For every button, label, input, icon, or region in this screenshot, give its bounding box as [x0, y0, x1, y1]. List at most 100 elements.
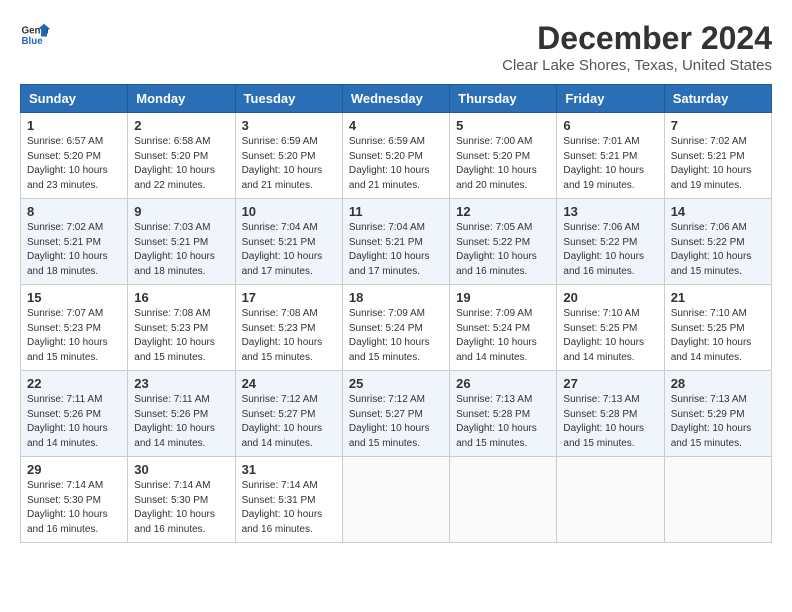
weekday-header-row: SundayMondayTuesdayWednesdayThursdayFrid… [21, 85, 772, 113]
day-number: 30 [134, 462, 228, 477]
calendar-week-row: 15Sunrise: 7:07 AM Sunset: 5:23 PM Dayli… [21, 285, 772, 371]
calendar-cell: 22Sunrise: 7:11 AM Sunset: 5:26 PM Dayli… [21, 371, 128, 457]
day-info: Sunrise: 7:04 AM Sunset: 5:21 PM Dayligh… [349, 221, 443, 279]
day-info: Sunrise: 7:05 AM Sunset: 5:22 PM Dayligh… [456, 221, 550, 279]
day-number: 22 [27, 376, 121, 391]
day-number: 29 [27, 462, 121, 477]
weekday-header-sunday: Sunday [21, 85, 128, 113]
day-number: 15 [27, 290, 121, 305]
day-number: 14 [671, 204, 765, 219]
calendar-cell: 20 Sunrise: 7:10 AM Sunset: 5:25 PM Dayli… [557, 285, 664, 371]
calendar-cell [557, 457, 664, 543]
day-number: 24 [242, 376, 336, 391]
day-number: 20 [563, 290, 657, 305]
calendar-cell: 26 Sunrise: 7:13 AM Sunset: 5:28 PM Dayli… [450, 371, 557, 457]
day-number: 26 [456, 376, 550, 391]
day-number: 3 [242, 118, 336, 133]
calendar-cell: 16 Sunrise: 7:08 AM Sunset: 5:23 PM Dayli… [128, 285, 235, 371]
calendar-cell: 5Sunrise: 7:00 AM Sunset: 5:20 PM Daylig… [450, 113, 557, 199]
calendar-cell: 1Sunrise: 6:57 AM Sunset: 5:20 PM Daylig… [21, 113, 128, 199]
day-info: Sunrise: 7:08 AM Sunset: 5:23 PM Dayligh… [134, 307, 228, 365]
title-section: December 2024 Clear Lake Shores, Texas, … [502, 20, 772, 74]
day-number: 25 [349, 376, 443, 391]
calendar-cell: 14Sunrise: 7:06 AM Sunset: 5:22 PM Dayli… [664, 199, 771, 285]
day-info: Sunrise: 7:14 AM Sunset: 5:30 PM Dayligh… [27, 479, 121, 537]
calendar-cell: 25 Sunrise: 7:12 AM Sunset: 5:27 PM Dayli… [342, 371, 449, 457]
day-number: 13 [563, 204, 657, 219]
calendar-cell: 21 Sunrise: 7:10 AM Sunset: 5:25 PM Dayli… [664, 285, 771, 371]
calendar-cell: 15Sunrise: 7:07 AM Sunset: 5:23 PM Dayli… [21, 285, 128, 371]
calendar-cell: 7 Sunrise: 7:02 AM Sunset: 5:21 PM Daylig… [664, 113, 771, 199]
calendar-week-row: 22Sunrise: 7:11 AM Sunset: 5:26 PM Dayli… [21, 371, 772, 457]
calendar-cell: 3 Sunrise: 6:59 AM Sunset: 5:20 PM Daylig… [235, 113, 342, 199]
calendar-cell: 29 Sunrise: 7:14 AM Sunset: 5:30 PM Dayli… [21, 457, 128, 543]
day-info: Sunrise: 7:13 AM Sunset: 5:29 PM Dayligh… [671, 393, 765, 451]
day-info: Sunrise: 7:02 AM Sunset: 5:21 PM Dayligh… [671, 135, 765, 193]
day-number: 7 [671, 118, 765, 133]
day-number: 16 [134, 290, 228, 305]
day-info: Sunrise: 7:09 AM Sunset: 5:24 PM Dayligh… [349, 307, 443, 365]
calendar-cell [664, 457, 771, 543]
logo-icon: General Blue [20, 20, 50, 50]
calendar-week-row: 29 Sunrise: 7:14 AM Sunset: 5:30 PM Dayli… [21, 457, 772, 543]
calendar-cell [450, 457, 557, 543]
calendar-cell [342, 457, 449, 543]
weekday-header-monday: Monday [128, 85, 235, 113]
day-number: 18 [349, 290, 443, 305]
day-info: Sunrise: 6:57 AM Sunset: 5:20 PM Dayligh… [27, 135, 121, 193]
day-info: Sunrise: 7:09 AM Sunset: 5:24 PM Dayligh… [456, 307, 550, 365]
day-number: 17 [242, 290, 336, 305]
calendar-cell: 18 Sunrise: 7:09 AM Sunset: 5:24 PM Dayli… [342, 285, 449, 371]
day-number: 8 [27, 204, 121, 219]
calendar-cell: 6 Sunrise: 7:01 AM Sunset: 5:21 PM Daylig… [557, 113, 664, 199]
day-info: Sunrise: 6:59 AM Sunset: 5:20 PM Dayligh… [349, 135, 443, 193]
calendar-cell: 13Sunrise: 7:06 AM Sunset: 5:22 PM Dayli… [557, 199, 664, 285]
month-title: December 2024 [502, 20, 772, 57]
day-info: Sunrise: 7:12 AM Sunset: 5:27 PM Dayligh… [349, 393, 443, 451]
day-number: 6 [563, 118, 657, 133]
calendar-cell: 27 Sunrise: 7:13 AM Sunset: 5:28 PM Dayli… [557, 371, 664, 457]
calendar-cell: 30 Sunrise: 7:14 AM Sunset: 5:30 PM Dayli… [128, 457, 235, 543]
day-info: Sunrise: 7:01 AM Sunset: 5:21 PM Dayligh… [563, 135, 657, 193]
weekday-header-thursday: Thursday [450, 85, 557, 113]
calendar-cell: 12 Sunrise: 7:05 AM Sunset: 5:22 PM Dayli… [450, 199, 557, 285]
calendar-cell: 11 Sunrise: 7:04 AM Sunset: 5:21 PM Dayli… [342, 199, 449, 285]
day-info: Sunrise: 7:03 AM Sunset: 5:21 PM Dayligh… [134, 221, 228, 279]
day-number: 28 [671, 376, 765, 391]
day-info: Sunrise: 7:14 AM Sunset: 5:31 PM Dayligh… [242, 479, 336, 537]
day-info: Sunrise: 7:08 AM Sunset: 5:23 PM Dayligh… [242, 307, 336, 365]
logo: General Blue [20, 20, 50, 50]
day-number: 12 [456, 204, 550, 219]
day-info: Sunrise: 7:13 AM Sunset: 5:28 PM Dayligh… [563, 393, 657, 451]
calendar-cell: 31Sunrise: 7:14 AM Sunset: 5:31 PM Dayli… [235, 457, 342, 543]
calendar-week-row: 8 Sunrise: 7:02 AM Sunset: 5:21 PM Daylig… [21, 199, 772, 285]
page-header: General Blue December 2024 Clear Lake Sh… [20, 20, 772, 74]
weekday-header-tuesday: Tuesday [235, 85, 342, 113]
location-title: Clear Lake Shores, Texas, United States [502, 57, 772, 74]
day-info: Sunrise: 7:14 AM Sunset: 5:30 PM Dayligh… [134, 479, 228, 537]
calendar-cell: 28 Sunrise: 7:13 AM Sunset: 5:29 PM Dayli… [664, 371, 771, 457]
day-number: 9 [134, 204, 228, 219]
day-info: Sunrise: 7:02 AM Sunset: 5:21 PM Dayligh… [27, 221, 121, 279]
day-number: 27 [563, 376, 657, 391]
calendar-cell: 2Sunrise: 6:58 AM Sunset: 5:20 PM Daylig… [128, 113, 235, 199]
weekday-header-friday: Friday [557, 85, 664, 113]
calendar-cell: 24 Sunrise: 7:12 AM Sunset: 5:27 PM Dayli… [235, 371, 342, 457]
day-number: 19 [456, 290, 550, 305]
day-number: 2 [134, 118, 228, 133]
day-info: Sunrise: 7:04 AM Sunset: 5:21 PM Dayligh… [242, 221, 336, 279]
calendar-cell: 17 Sunrise: 7:08 AM Sunset: 5:23 PM Dayli… [235, 285, 342, 371]
day-info: Sunrise: 6:59 AM Sunset: 5:20 PM Dayligh… [242, 135, 336, 193]
day-number: 21 [671, 290, 765, 305]
day-info: Sunrise: 7:12 AM Sunset: 5:27 PM Dayligh… [242, 393, 336, 451]
day-info: Sunrise: 7:13 AM Sunset: 5:28 PM Dayligh… [456, 393, 550, 451]
weekday-header-wednesday: Wednesday [342, 85, 449, 113]
day-info: Sunrise: 7:10 AM Sunset: 5:25 PM Dayligh… [671, 307, 765, 365]
day-info: Sunrise: 7:00 AM Sunset: 5:20 PM Dayligh… [456, 135, 550, 193]
calendar-cell: 19 Sunrise: 7:09 AM Sunset: 5:24 PM Dayli… [450, 285, 557, 371]
calendar-week-row: 1Sunrise: 6:57 AM Sunset: 5:20 PM Daylig… [21, 113, 772, 199]
day-number: 11 [349, 204, 443, 219]
day-info: Sunrise: 7:10 AM Sunset: 5:25 PM Dayligh… [563, 307, 657, 365]
calendar-cell: 4Sunrise: 6:59 AM Sunset: 5:20 PM Daylig… [342, 113, 449, 199]
calendar-table: SundayMondayTuesdayWednesdayThursdayFrid… [20, 84, 772, 543]
